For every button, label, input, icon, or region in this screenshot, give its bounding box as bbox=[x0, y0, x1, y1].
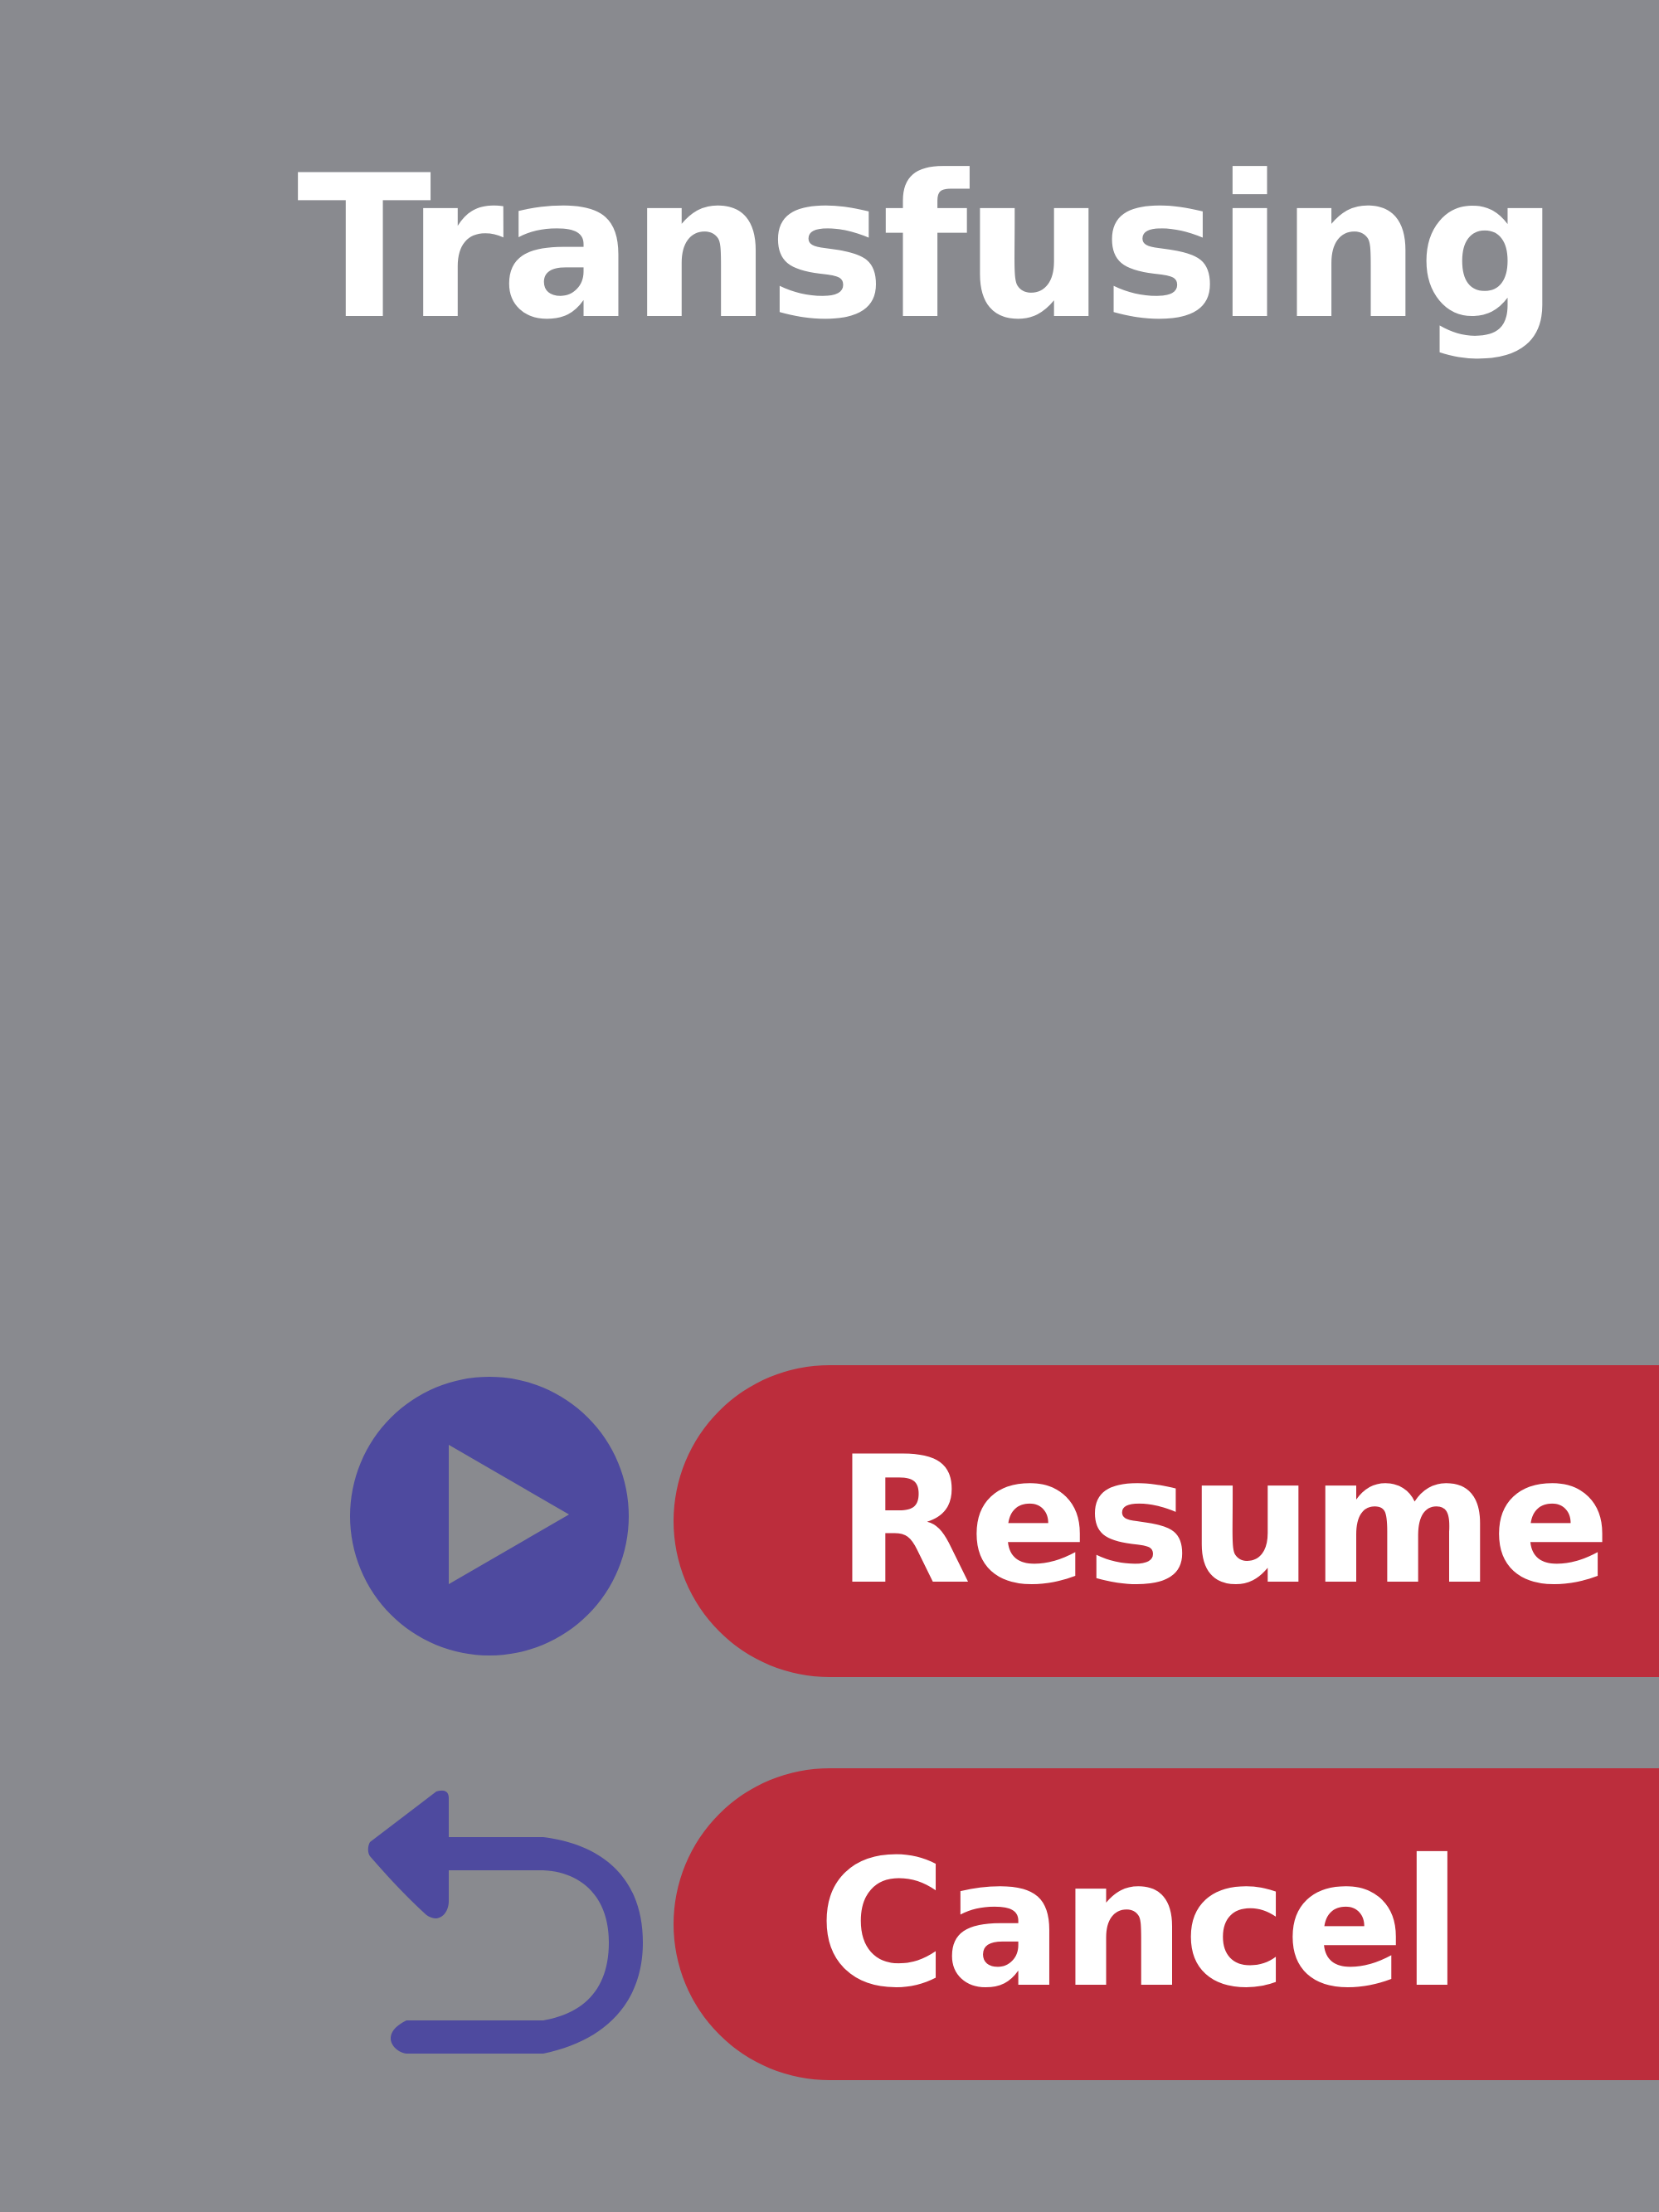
cancel-button[interactable]: Cancel bbox=[674, 1768, 1659, 2080]
cancel-button-label: Cancel bbox=[818, 1821, 1462, 2026]
resume-button-label: Resume bbox=[836, 1418, 1611, 1623]
play-icon[interactable] bbox=[348, 1375, 630, 1657]
resume-button[interactable]: Resume bbox=[674, 1365, 1659, 1677]
screen-title: Transfusing bbox=[297, 134, 1559, 363]
back-arrow-icon[interactable] bbox=[363, 1785, 650, 2059]
